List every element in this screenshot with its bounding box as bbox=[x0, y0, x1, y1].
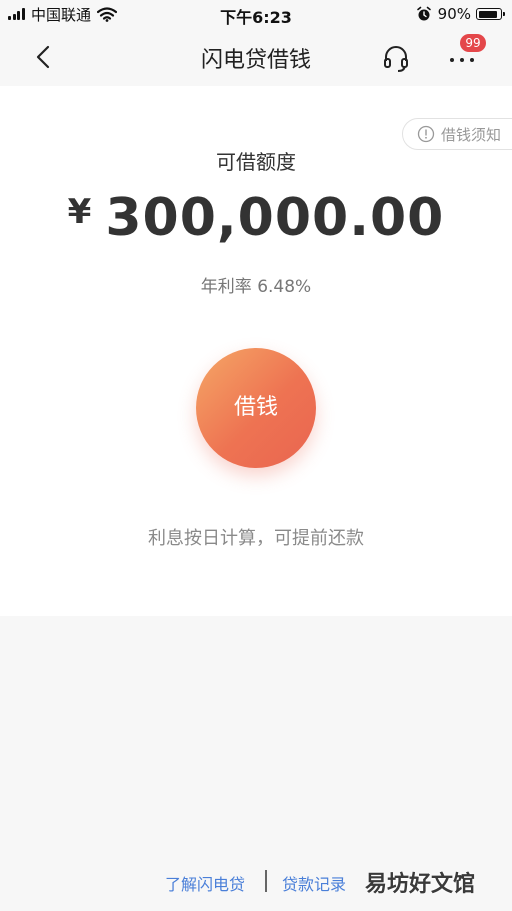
battery-percent: 90% bbox=[437, 5, 471, 23]
watermark: 易坊好文馆 bbox=[365, 872, 476, 897]
status-bar: 中国联通 下午6:23 90% bbox=[0, 0, 512, 28]
more-dots-icon bbox=[450, 58, 480, 62]
footer-divider bbox=[265, 870, 267, 892]
interest-note: 利息按日计算，可提前还款 bbox=[148, 528, 364, 549]
headset-icon bbox=[384, 46, 408, 72]
page-title: 闪电贷借钱 bbox=[200, 48, 311, 73]
credit-limit-label: 可借额度 bbox=[216, 150, 296, 174]
annual-rate: 年利率 6.48% bbox=[0, 272, 512, 297]
about-link[interactable]: 了解闪电贷 bbox=[165, 871, 245, 895]
battery-icon bbox=[476, 8, 505, 20]
customer-service-button[interactable] bbox=[380, 42, 412, 74]
currency-symbol: ¥ bbox=[67, 192, 92, 232]
loan-records-link[interactable]: 贷款记录 bbox=[282, 871, 346, 895]
alarm-icon bbox=[416, 6, 431, 21]
more-button[interactable]: 99 bbox=[446, 34, 486, 74]
status-right: 90% bbox=[416, 5, 505, 23]
credit-amount: ¥300,000.00 bbox=[0, 188, 512, 248]
borrow-notice-label: 借钱须知 bbox=[440, 125, 501, 144]
amount-value: 300,000.00 bbox=[105, 188, 445, 248]
info-icon bbox=[417, 125, 435, 143]
rate-value: 6.48% bbox=[257, 277, 312, 297]
loan-card: 借钱须知 可借额度 ¥300,000.00 年利率 6.48% 借钱 利息按日计… bbox=[0, 86, 512, 616]
footer-links: 了解闪电贷 贷款记录 易坊好文馆 bbox=[0, 868, 512, 897]
borrow-button[interactable]: 借钱 bbox=[196, 348, 316, 468]
rate-label: 年利率 bbox=[200, 277, 252, 297]
notification-badge: 99 bbox=[460, 34, 486, 52]
nav-bar: 闪电贷借钱 99 bbox=[0, 28, 512, 86]
battery-fill bbox=[478, 10, 498, 18]
